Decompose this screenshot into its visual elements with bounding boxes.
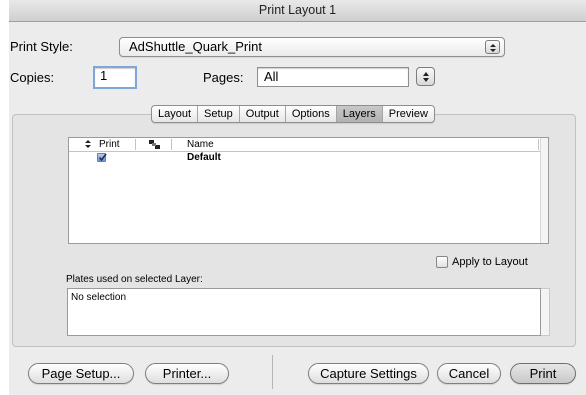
pages-field[interactable]: All (257, 67, 409, 87)
print-layout-dialog: Print Layout 1 Print Style: AdShuttle_Qu… (9, 0, 586, 395)
printer-button[interactable]: Printer... (145, 363, 229, 384)
layers-table-header: Print Name (69, 138, 548, 152)
plates-value: No selection (71, 292, 127, 303)
checkmark-icon (98, 153, 107, 162)
print-style-value: AdShuttle_Quark_Print (129, 39, 262, 54)
column-divider (171, 139, 172, 150)
pages-label: Pages: (203, 70, 244, 85)
copies-field[interactable]: 1 (93, 66, 137, 89)
print-checkbox[interactable] (97, 153, 107, 162)
column-header-print[interactable]: Print (99, 138, 120, 151)
apply-to-layout-label: Apply to Layout (452, 256, 528, 268)
popup-arrows-icon (485, 40, 500, 54)
tab-options[interactable]: Options (286, 106, 337, 122)
tab-setup[interactable]: Setup (198, 106, 240, 122)
plates-label: Plates used on selected Layer: (66, 274, 203, 285)
sort-arrows-icon[interactable] (85, 138, 91, 151)
page-setup-button[interactable]: Page Setup... (28, 363, 134, 384)
updown-arrows-icon (423, 72, 429, 82)
tab-bar: Layout Setup Output Options Layers Previ… (151, 105, 435, 123)
tab-layers[interactable]: Layers (336, 106, 383, 122)
tab-layout[interactable]: Layout (152, 106, 199, 122)
window-title: Print Layout 1 (9, 0, 586, 22)
button-divider (272, 355, 273, 389)
column-divider (135, 139, 136, 150)
tab-output[interactable]: Output (240, 106, 286, 122)
print-style-label: Print Style: (10, 39, 73, 54)
layer-color-column-icon[interactable] (149, 138, 160, 151)
print-button[interactable]: Print (510, 363, 576, 384)
layer-name: Default (187, 152, 221, 163)
copies-label: Copies: (10, 70, 55, 85)
capture-settings-button[interactable]: Capture Settings (308, 363, 429, 384)
pages-popup-arrows[interactable] (416, 67, 435, 86)
layers-table-scrollbar[interactable] (540, 138, 548, 243)
print-style-popup[interactable]: AdShuttle_Quark_Print (119, 37, 505, 57)
table-row[interactable]: Default (69, 152, 539, 164)
cancel-button[interactable]: Cancel (437, 363, 501, 384)
plates-scrollbar[interactable] (541, 288, 550, 336)
plates-list[interactable]: No selection (67, 288, 541, 336)
tab-preview[interactable]: Preview (383, 106, 434, 122)
layers-table[interactable]: Print Name Default (68, 137, 549, 244)
column-divider (538, 139, 539, 150)
apply-to-layout-checkbox[interactable] (436, 256, 448, 268)
column-header-name[interactable]: Name (187, 138, 214, 151)
